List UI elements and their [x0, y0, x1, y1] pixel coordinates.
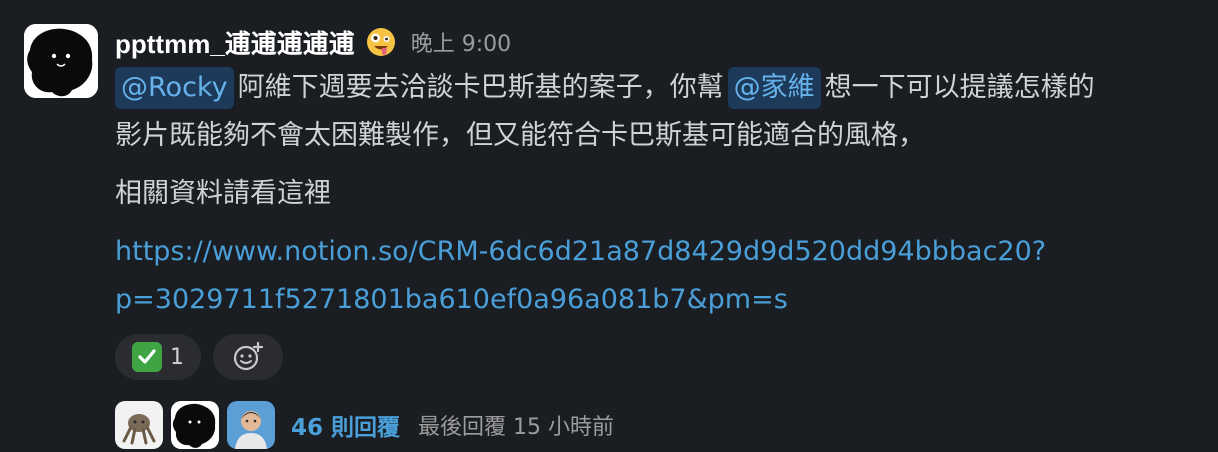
message-text-line-3: 相關資料請看這裡	[115, 178, 331, 209]
reply-avatar-1	[115, 401, 163, 449]
notion-link-line-2[interactable]: p=3029711f5271801ba610ef0a96a081b7&pm=s	[115, 276, 1205, 324]
mention-rocky[interactable]: @Rocky	[115, 67, 234, 109]
message-text-line-2: 影片既能夠不會太困難製作，但又能符合卡巴斯基可能適合的風格，	[115, 120, 925, 151]
reply-avatar-2	[171, 401, 219, 449]
notion-link-line-1[interactable]: https://www.notion.so/CRM-6dc6d21a87d842…	[115, 228, 1205, 276]
reply-count[interactable]: 46 則回覆	[291, 408, 400, 442]
mention-jiawei[interactable]: @家維	[727, 67, 821, 109]
message-content: ppttmm_逋逋逋逋逋 晚上 9:00 @Rocky 阿維下週要去洽談卡巴斯基的…	[115, 22, 1205, 450]
reaction-count: 1	[170, 344, 184, 370]
message-timestamp[interactable]: 晚上 9:00	[411, 26, 511, 58]
zany-face-icon[interactable]	[365, 26, 397, 58]
message-text-segment: 想一下可以提議怎樣的	[824, 72, 1095, 103]
person-avatar-icon	[227, 401, 275, 449]
thread-summary[interactable]: 46 則回覆 最後回覆 15 小時前	[115, 400, 1205, 450]
creature-avatar-icon	[115, 401, 163, 449]
user-avatar[interactable]	[24, 24, 98, 98]
add-reaction-icon	[233, 341, 264, 371]
notion-link[interactable]: https://www.notion.so/CRM-6dc6d21a87d842…	[115, 228, 1205, 324]
black-blob-avatar-icon	[24, 24, 98, 98]
username[interactable]: ppttmm_逋逋逋逋逋	[115, 24, 355, 61]
reaction-check[interactable]: 1	[115, 334, 201, 380]
reactions-bar: 1	[115, 334, 1205, 380]
last-reply-time: 最後回覆 15 小時前	[418, 415, 614, 440]
white-check-mark-icon	[132, 342, 162, 372]
message-header: ppttmm_逋逋逋逋逋 晚上 9:00	[115, 22, 1205, 62]
black-blob-avatar-icon	[171, 401, 219, 449]
add-reaction-button[interactable]	[213, 334, 283, 380]
message-text-line-1: @Rocky 阿維下週要去洽談卡巴斯基的案子，你幫 @家維 想一下可以提議怎樣的	[115, 64, 1205, 112]
reply-avatar-3	[227, 401, 275, 449]
message-text-segment: 阿維下週要去洽談卡巴斯基的案子，你幫	[237, 72, 724, 103]
